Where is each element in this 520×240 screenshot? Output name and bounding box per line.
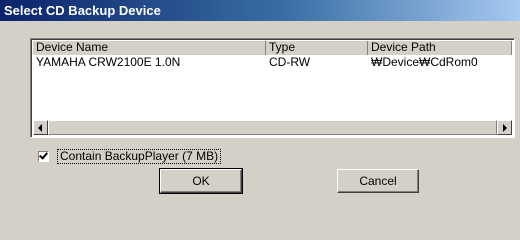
contain-backupplayer-label[interactable]: Contain BackupPlayer (7 MB) [57,148,222,164]
device-list[interactable]: Device Name Type Device Path YAMAHA CRW2… [30,38,515,138]
cancel-button[interactable]: Cancel [337,169,419,193]
column-header-type[interactable]: Type [266,41,368,55]
list-item[interactable]: YAMAHA CRW2100E 1.0N CD-RW ₩Device₩CdRom… [33,55,512,69]
contain-backupplayer-option[interactable]: Contain BackupPlayer (7 MB) [38,148,222,164]
list-header: Device Name Type Device Path [33,41,512,55]
title-bar[interactable]: Select CD Backup Device [0,0,520,21]
horizontal-scrollbar[interactable] [33,120,512,135]
device-type-cell: CD-RW [269,55,311,69]
window-title: Select CD Backup Device [4,3,161,18]
scroll-right-arrow-icon [503,124,507,132]
device-name-cell: YAMAHA CRW2100E 1.0N [36,55,181,69]
contain-backupplayer-checkbox[interactable] [38,149,49,162]
column-header-device-path[interactable]: Device Path [368,41,512,55]
scroll-left-arrow-icon [38,124,42,132]
select-cd-backup-device-dialog: Select CD Backup Device Device Name Type… [0,0,520,240]
column-header-device-name[interactable]: Device Name [33,41,266,55]
device-path-cell: ₩Device₩CdRom0 [371,55,478,69]
ok-button[interactable]: OK [159,168,243,194]
scrollbar-thumb[interactable] [48,120,497,135]
checkmark-icon [39,149,48,160]
scroll-left-button[interactable] [33,120,48,135]
scroll-right-button[interactable] [497,120,512,135]
